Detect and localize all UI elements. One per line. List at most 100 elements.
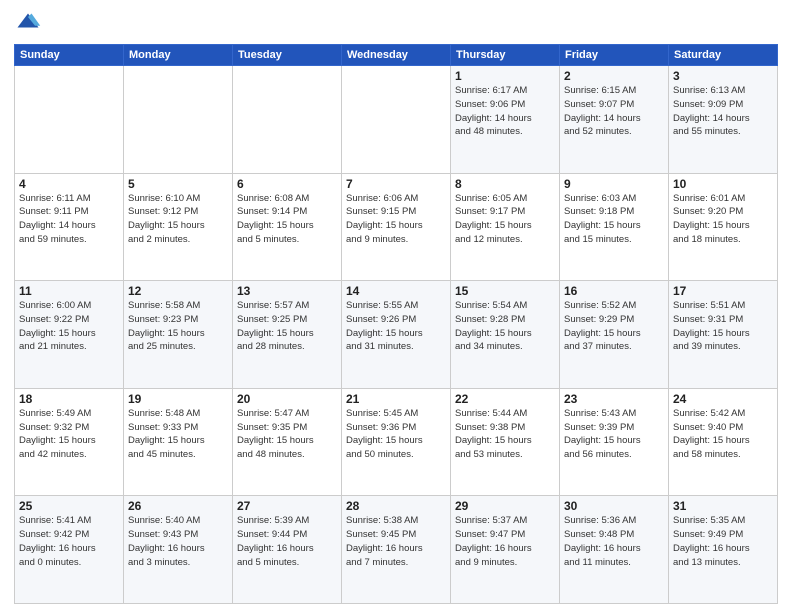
day-info: Sunrise: 5:41 AM Sunset: 9:42 PM Dayligh… (19, 514, 119, 569)
calendar-cell: 16Sunrise: 5:52 AM Sunset: 9:29 PM Dayli… (560, 281, 669, 389)
calendar-cell: 24Sunrise: 5:42 AM Sunset: 9:40 PM Dayli… (669, 388, 778, 496)
calendar-cell: 26Sunrise: 5:40 AM Sunset: 9:43 PM Dayli… (124, 496, 233, 604)
calendar-cell: 22Sunrise: 5:44 AM Sunset: 9:38 PM Dayli… (451, 388, 560, 496)
day-number: 15 (455, 284, 555, 298)
day-number: 2 (564, 69, 664, 83)
day-number: 20 (237, 392, 337, 406)
calendar-cell: 12Sunrise: 5:58 AM Sunset: 9:23 PM Dayli… (124, 281, 233, 389)
day-number: 23 (564, 392, 664, 406)
day-info: Sunrise: 5:42 AM Sunset: 9:40 PM Dayligh… (673, 407, 773, 462)
day-number: 21 (346, 392, 446, 406)
day-info: Sunrise: 6:17 AM Sunset: 9:06 PM Dayligh… (455, 84, 555, 139)
calendar-cell: 3Sunrise: 6:13 AM Sunset: 9:09 PM Daylig… (669, 66, 778, 174)
calendar-cell: 27Sunrise: 5:39 AM Sunset: 9:44 PM Dayli… (233, 496, 342, 604)
calendar-cell: 13Sunrise: 5:57 AM Sunset: 9:25 PM Dayli… (233, 281, 342, 389)
calendar-cell: 14Sunrise: 5:55 AM Sunset: 9:26 PM Dayli… (342, 281, 451, 389)
day-number: 18 (19, 392, 119, 406)
day-info: Sunrise: 6:06 AM Sunset: 9:15 PM Dayligh… (346, 192, 446, 247)
day-number: 8 (455, 177, 555, 191)
day-number: 6 (237, 177, 337, 191)
day-number: 25 (19, 499, 119, 513)
calendar-week-row: 1Sunrise: 6:17 AM Sunset: 9:06 PM Daylig… (15, 66, 778, 174)
calendar-header-row: SundayMondayTuesdayWednesdayThursdayFrid… (15, 45, 778, 66)
logo-icon (14, 10, 42, 38)
day-info: Sunrise: 6:01 AM Sunset: 9:20 PM Dayligh… (673, 192, 773, 247)
day-number: 28 (346, 499, 446, 513)
calendar-cell: 23Sunrise: 5:43 AM Sunset: 9:39 PM Dayli… (560, 388, 669, 496)
page-header (14, 10, 778, 38)
calendar-cell: 20Sunrise: 5:47 AM Sunset: 9:35 PM Dayli… (233, 388, 342, 496)
day-info: Sunrise: 5:36 AM Sunset: 9:48 PM Dayligh… (564, 514, 664, 569)
day-info: Sunrise: 6:08 AM Sunset: 9:14 PM Dayligh… (237, 192, 337, 247)
day-info: Sunrise: 5:55 AM Sunset: 9:26 PM Dayligh… (346, 299, 446, 354)
day-number: 13 (237, 284, 337, 298)
calendar-cell: 21Sunrise: 5:45 AM Sunset: 9:36 PM Dayli… (342, 388, 451, 496)
calendar-cell: 31Sunrise: 5:35 AM Sunset: 9:49 PM Dayli… (669, 496, 778, 604)
day-info: Sunrise: 5:43 AM Sunset: 9:39 PM Dayligh… (564, 407, 664, 462)
day-info: Sunrise: 5:54 AM Sunset: 9:28 PM Dayligh… (455, 299, 555, 354)
day-info: Sunrise: 6:13 AM Sunset: 9:09 PM Dayligh… (673, 84, 773, 139)
weekday-header: Sunday (15, 45, 124, 66)
day-number: 1 (455, 69, 555, 83)
day-info: Sunrise: 5:39 AM Sunset: 9:44 PM Dayligh… (237, 514, 337, 569)
calendar-week-row: 25Sunrise: 5:41 AM Sunset: 9:42 PM Dayli… (15, 496, 778, 604)
calendar-cell: 28Sunrise: 5:38 AM Sunset: 9:45 PM Dayli… (342, 496, 451, 604)
day-info: Sunrise: 5:38 AM Sunset: 9:45 PM Dayligh… (346, 514, 446, 569)
calendar-cell: 8Sunrise: 6:05 AM Sunset: 9:17 PM Daylig… (451, 173, 560, 281)
weekday-header: Monday (124, 45, 233, 66)
calendar-cell: 25Sunrise: 5:41 AM Sunset: 9:42 PM Dayli… (15, 496, 124, 604)
calendar-cell: 10Sunrise: 6:01 AM Sunset: 9:20 PM Dayli… (669, 173, 778, 281)
day-number: 3 (673, 69, 773, 83)
day-info: Sunrise: 5:58 AM Sunset: 9:23 PM Dayligh… (128, 299, 228, 354)
day-number: 16 (564, 284, 664, 298)
day-number: 27 (237, 499, 337, 513)
weekday-header: Wednesday (342, 45, 451, 66)
day-info: Sunrise: 5:44 AM Sunset: 9:38 PM Dayligh… (455, 407, 555, 462)
day-info: Sunrise: 6:00 AM Sunset: 9:22 PM Dayligh… (19, 299, 119, 354)
calendar-cell: 11Sunrise: 6:00 AM Sunset: 9:22 PM Dayli… (15, 281, 124, 389)
day-info: Sunrise: 5:49 AM Sunset: 9:32 PM Dayligh… (19, 407, 119, 462)
day-info: Sunrise: 6:15 AM Sunset: 9:07 PM Dayligh… (564, 84, 664, 139)
day-number: 5 (128, 177, 228, 191)
calendar-week-row: 4Sunrise: 6:11 AM Sunset: 9:11 PM Daylig… (15, 173, 778, 281)
day-number: 26 (128, 499, 228, 513)
calendar-week-row: 18Sunrise: 5:49 AM Sunset: 9:32 PM Dayli… (15, 388, 778, 496)
day-info: Sunrise: 5:48 AM Sunset: 9:33 PM Dayligh… (128, 407, 228, 462)
day-info: Sunrise: 6:03 AM Sunset: 9:18 PM Dayligh… (564, 192, 664, 247)
day-info: Sunrise: 5:45 AM Sunset: 9:36 PM Dayligh… (346, 407, 446, 462)
calendar-cell (342, 66, 451, 174)
calendar-cell: 1Sunrise: 6:17 AM Sunset: 9:06 PM Daylig… (451, 66, 560, 174)
day-number: 10 (673, 177, 773, 191)
calendar-cell: 9Sunrise: 6:03 AM Sunset: 9:18 PM Daylig… (560, 173, 669, 281)
calendar-cell: 17Sunrise: 5:51 AM Sunset: 9:31 PM Dayli… (669, 281, 778, 389)
calendar-cell (233, 66, 342, 174)
calendar-cell: 6Sunrise: 6:08 AM Sunset: 9:14 PM Daylig… (233, 173, 342, 281)
weekday-header: Friday (560, 45, 669, 66)
calendar-cell (15, 66, 124, 174)
day-number: 19 (128, 392, 228, 406)
calendar-cell: 7Sunrise: 6:06 AM Sunset: 9:15 PM Daylig… (342, 173, 451, 281)
calendar-cell: 19Sunrise: 5:48 AM Sunset: 9:33 PM Dayli… (124, 388, 233, 496)
calendar-week-row: 11Sunrise: 6:00 AM Sunset: 9:22 PM Dayli… (15, 281, 778, 389)
day-info: Sunrise: 5:52 AM Sunset: 9:29 PM Dayligh… (564, 299, 664, 354)
day-number: 4 (19, 177, 119, 191)
day-info: Sunrise: 5:57 AM Sunset: 9:25 PM Dayligh… (237, 299, 337, 354)
day-number: 22 (455, 392, 555, 406)
day-info: Sunrise: 6:10 AM Sunset: 9:12 PM Dayligh… (128, 192, 228, 247)
day-info: Sunrise: 5:35 AM Sunset: 9:49 PM Dayligh… (673, 514, 773, 569)
day-info: Sunrise: 6:11 AM Sunset: 9:11 PM Dayligh… (19, 192, 119, 247)
day-number: 12 (128, 284, 228, 298)
day-info: Sunrise: 5:47 AM Sunset: 9:35 PM Dayligh… (237, 407, 337, 462)
weekday-header: Thursday (451, 45, 560, 66)
calendar-table: SundayMondayTuesdayWednesdayThursdayFrid… (14, 44, 778, 604)
weekday-header: Saturday (669, 45, 778, 66)
day-info: Sunrise: 5:37 AM Sunset: 9:47 PM Dayligh… (455, 514, 555, 569)
day-number: 7 (346, 177, 446, 191)
day-info: Sunrise: 6:05 AM Sunset: 9:17 PM Dayligh… (455, 192, 555, 247)
calendar-cell: 30Sunrise: 5:36 AM Sunset: 9:48 PM Dayli… (560, 496, 669, 604)
day-info: Sunrise: 5:51 AM Sunset: 9:31 PM Dayligh… (673, 299, 773, 354)
day-number: 11 (19, 284, 119, 298)
day-number: 17 (673, 284, 773, 298)
logo (14, 10, 46, 38)
calendar-cell: 5Sunrise: 6:10 AM Sunset: 9:12 PM Daylig… (124, 173, 233, 281)
